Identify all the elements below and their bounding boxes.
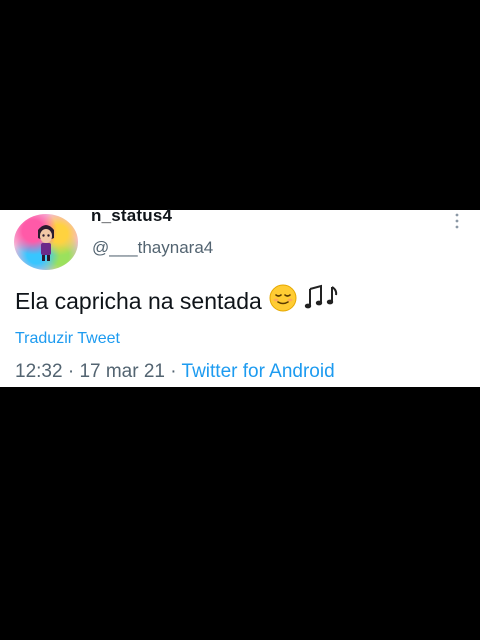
tweet-time[interactable]: 12:32 <box>15 361 63 382</box>
meta-separator: · <box>170 361 177 382</box>
tweet-text: Ela capricha na sentada <box>15 288 262 314</box>
translate-tweet-link[interactable]: Traduzir Tweet <box>15 330 120 348</box>
avatar[interactable] <box>14 214 78 270</box>
avatar-character-icon <box>38 225 54 261</box>
screen: n_status4 @___thaynara4 Ela capricha na … <box>0 0 480 640</box>
tweet-meta: 12:32 · 17 mar 21 · Twitter for Android <box>15 361 335 383</box>
tweet-text-line: Ela capricha na sentada <box>15 283 340 315</box>
musical-notes-icon <box>304 284 337 309</box>
tweet-date[interactable]: 17 mar 21 <box>79 361 165 382</box>
display-name[interactable]: n_status4 <box>91 206 172 226</box>
relieved-face-emoji-icon <box>269 284 297 312</box>
tweet-source-link[interactable]: Twitter for Android <box>182 361 335 382</box>
user-handle[interactable]: @___thaynara4 <box>92 238 213 258</box>
meta-separator: · <box>67 361 75 382</box>
more-options-icon[interactable] <box>452 212 462 230</box>
